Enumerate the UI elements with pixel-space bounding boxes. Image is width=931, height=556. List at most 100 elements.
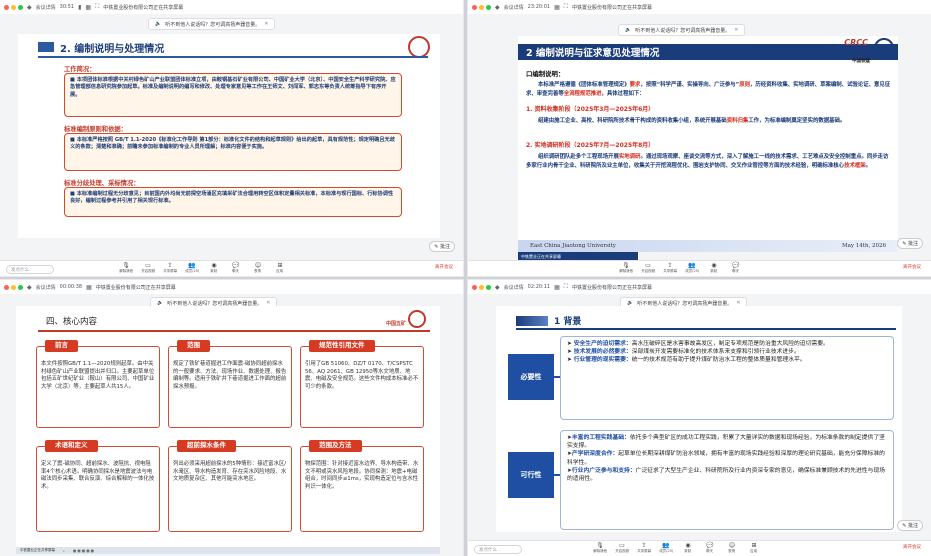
chat-button[interactable]: 💬 聊天 (702, 542, 718, 554)
annotate-button[interactable]: ✎ 批注 (429, 241, 455, 252)
annotate-button[interactable]: ✎ 批注 (897, 520, 923, 531)
close-notice-icon[interactable]: ✕ (264, 21, 268, 27)
card-body: 物探范围：针对接近富水边界、导水构造带、水文不明或突水风险地段。协同探测：地震+… (305, 461, 419, 490)
sharing-status: 中铁置业股份有限公司正在共享屏幕 (103, 4, 184, 11)
record-icon: ◉ (685, 542, 691, 549)
signal-icon: ▮ (78, 3, 82, 11)
meeting-window-3: ◆ 会议详情 00:00:38 ▦ 中铁置业股份有限公司正在共享屏幕 🔈 听不到… (0, 280, 463, 556)
video-button[interactable]: ▭ 开启视频 (140, 262, 156, 274)
video-button[interactable]: ▭ 开启视频 (640, 262, 656, 274)
list-item: ➤ 安全生产的迫切需求：高水压破碎区是水害事故高发区，制定专项规范是防治重大风险… (567, 341, 829, 347)
slide-title: 1 背景 (554, 317, 582, 327)
members-button[interactable]: 👥 成员(25) (684, 262, 700, 274)
taskbar-share-label: 中铁置业正在共享屏幕 (521, 253, 561, 259)
fullscreen-icon[interactable]: ⛶ (95, 3, 99, 11)
maximize-window-icon[interactable] (486, 4, 491, 10)
leave-meeting-button[interactable]: 离开会议 (903, 264, 921, 270)
layout-icon[interactable]: ▦ (554, 4, 560, 11)
mute-button[interactable]: 🎙 解除静音 (118, 262, 134, 274)
taskbar-apps-icon[interactable]: ▦ ▦ ▦ ▦ ▦ (73, 549, 94, 553)
record-button[interactable]: ◉ 录制 (680, 542, 696, 554)
bullet-icon: ■ (70, 137, 77, 143)
toolbar-buttons: 🎙 解除静音 ▭ 开启视频 ⇪ 共享屏幕 👥 成员(25) ◉ 录制 💬 聊天 ☺ 表情 ⊞ 应… (118, 262, 288, 274)
section-body: 本项团体标准根据中关村绿色矿山产业联盟团体标准立项，由鞍钢基石矿业有限公司、中国… (70, 77, 396, 98)
members-icon: 👥 (662, 542, 670, 549)
meeting-app-name[interactable]: 会议详情 (36, 284, 56, 291)
audio-notice: 🔈 听不到他人说话吗？您可调高扬声器音量。 ✕ (148, 18, 276, 30)
minimize-window-icon[interactable] (479, 4, 484, 10)
close-window-icon[interactable] (472, 4, 477, 10)
title-accent-bar (516, 316, 548, 326)
maximize-window-icon[interactable] (486, 284, 491, 290)
fullscreen-icon[interactable]: ⛶ (564, 283, 568, 291)
video-button[interactable]: ▭ 开启视频 (614, 542, 630, 554)
chat-icon: 💬 (732, 262, 740, 269)
mute-button[interactable]: 🎙 解除静音 (592, 542, 608, 554)
record-button[interactable]: ◉ 录制 (706, 262, 722, 274)
section-body: 本标准编制过程无分歧意见；目前国内外均尚无前探空场涌区充填采矿法合理用转空区体积… (70, 191, 394, 205)
chat-input[interactable]: 发点什么 (474, 545, 522, 554)
close-window-icon[interactable] (472, 284, 477, 290)
card-tag: 术语和定义 (45, 440, 98, 452)
arrow-icon: ➤ (567, 341, 574, 347)
meeting-timer: 30:51 (59, 4, 75, 10)
meeting-timer: 00:00:38 (59, 284, 83, 290)
reaction-button[interactable]: ☺ 表情 (724, 542, 740, 554)
close-window-icon[interactable] (4, 284, 9, 290)
speaker-icon: 🔈 (625, 27, 632, 33)
apps-button[interactable]: ⊞ 应用 (272, 262, 288, 274)
university-logo (874, 38, 894, 58)
fullscreen-icon[interactable]: ⛶ (564, 3, 568, 11)
window-titlebar: ◆ 会议详情 00:00:38 ▦ 中铁置业股份有限公司正在共享屏幕 (0, 280, 463, 294)
minimize-window-icon[interactable] (11, 4, 16, 10)
maximize-window-icon[interactable] (18, 4, 23, 10)
org-logo (408, 36, 430, 58)
members-button[interactable]: 👥 成员(25) (658, 542, 674, 554)
meeting-toolbar: 🎙 解除静音 ▭ 开启视频 ⇪ 共享屏幕 👥 成员(25) ◉ 录制 💬 聊天 离开会议 (468, 260, 931, 276)
speaker-icon: 🔈 (155, 21, 162, 27)
chat-input[interactable]: 发点什么 (6, 265, 54, 274)
annotate-button[interactable]: ✎ 批注 (897, 238, 923, 249)
sharing-status: 中铁置业股份有限公司正在共享屏幕 (571, 4, 652, 11)
window-controls (4, 4, 23, 10)
chat-button[interactable]: 💬 聊天 (228, 262, 244, 274)
section-heading-principles: 标准编制原则和依据： (64, 126, 127, 133)
mute-button[interactable]: 🎙 解除静音 (618, 262, 634, 274)
leave-meeting-button[interactable]: 离开会议 (903, 544, 921, 550)
footer-date: May 14th, 2026 (841, 243, 886, 249)
meeting-logo-icon: ◆ (495, 283, 500, 291)
members-button[interactable]: 👥 成员(25) (184, 262, 200, 274)
layout-icon[interactable]: ▦ (554, 284, 560, 291)
section-box-principles: ■ 本标准严格按照 GB/T 1.1-2020《标准化工作导则 第1部分：标准化… (64, 133, 402, 171)
apps-button[interactable]: ⊞ 应用 (746, 542, 762, 554)
leave-meeting-button[interactable]: 离开会议 (435, 264, 453, 270)
card-body: 规定了铁矿巷道掘进工作面震-磁协同超前探水的一般要求、方法、现场作业、数据处理、… (173, 361, 287, 390)
share-button[interactable]: ⇪ 共享屏幕 (162, 262, 178, 274)
minimize-window-icon[interactable] (11, 284, 16, 290)
share-button[interactable]: ⇪ 共享屏幕 (636, 542, 652, 554)
phase1-body: 组建由施工企业、高校、科研院所技术骨干构成的资料收集小组，系统开展基础资料归集工… (538, 118, 846, 124)
share-icon: ⇪ (667, 262, 673, 269)
phase2-body: 组织调研团队赴多个工程现场开展实地调研。通过现场观摩、座谈交流等方式，深入了解施… (526, 154, 889, 169)
layout-icon[interactable]: ▦ (86, 284, 92, 291)
close-window-icon[interactable] (4, 4, 9, 10)
window-controls (4, 284, 23, 290)
record-button[interactable]: ◉ 录制 (206, 262, 222, 274)
meeting-logo-icon: ◆ (27, 3, 32, 11)
minimize-window-icon[interactable] (479, 284, 484, 290)
record-icon: ◉ (711, 262, 717, 269)
layout-icon[interactable]: ▦ (85, 4, 91, 11)
close-notice-icon[interactable]: ✕ (734, 27, 738, 33)
members-icon: 👥 (188, 262, 196, 269)
share-button[interactable]: ⇪ 共享屏幕 (662, 262, 678, 274)
maximize-window-icon[interactable] (18, 284, 23, 290)
shared-slide: 2. 编制说明与处理情况 工作简况： ■ 本项团体标准根据中关村绿色矿山产业联盟… (18, 34, 440, 238)
reaction-button[interactable]: ☺ 表情 (250, 262, 266, 274)
taskbar-search-icon[interactable]: ⌕ (63, 549, 65, 553)
chat-button[interactable]: 💬 聊天 (728, 262, 744, 274)
toolbar-buttons: 🎙 解除静音 ▭ 开启视频 ⇪ 共享屏幕 👥 成员(25) ◉ 录制 💬 聊天 (618, 262, 744, 274)
meeting-app-name[interactable]: 会议详情 (504, 284, 524, 291)
meeting-app-name[interactable]: 会议详情 (36, 4, 56, 11)
arrow-icon: ➤ (567, 357, 574, 364)
meeting-app-name[interactable]: 会议详情 (504, 4, 524, 11)
